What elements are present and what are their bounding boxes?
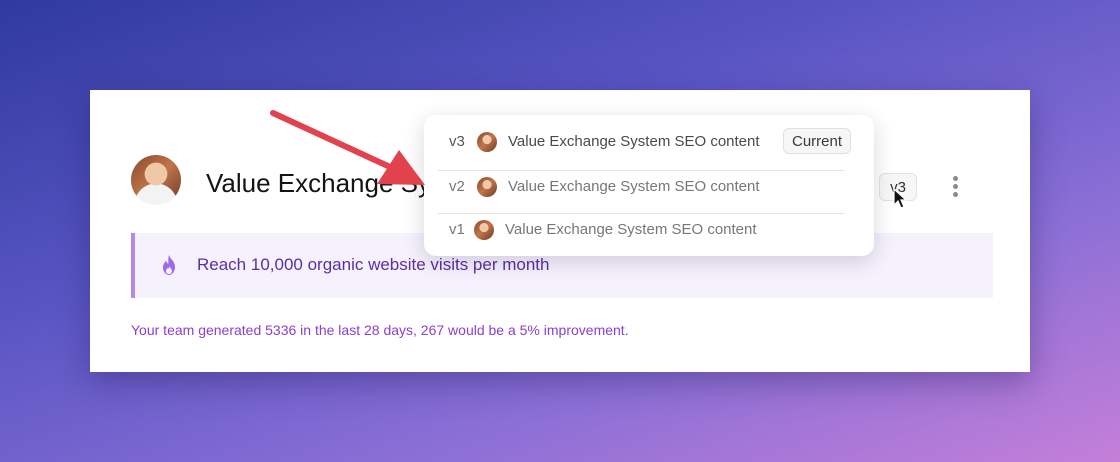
version-label: Value Exchange System SEO content xyxy=(505,221,757,238)
version-label: Value Exchange System SEO content xyxy=(508,133,760,150)
fire-icon xyxy=(163,255,175,275)
version-number: v2 xyxy=(449,178,465,195)
avatar xyxy=(477,132,497,152)
version-number: v3 xyxy=(449,133,465,150)
avatar[interactable] xyxy=(131,155,181,205)
version-history-menu: v3 Value Exchange System SEO content Cur… xyxy=(424,115,874,256)
version-number: v1 xyxy=(449,221,465,238)
more-vertical-icon[interactable] xyxy=(949,173,961,199)
goal-text: Reach 10,000 organic website visits per … xyxy=(197,255,550,274)
version-menu-item-v1[interactable]: v1 Value Exchange System SEO content xyxy=(424,210,874,250)
version-label: Value Exchange System SEO content xyxy=(508,178,760,195)
current-badge: Current xyxy=(783,128,852,154)
progress-footnote: Your team generated 5336 in the last 28 … xyxy=(131,322,629,338)
version-menu-item-v2[interactable]: v2 Value Exchange System SEO content xyxy=(424,167,874,207)
avatar xyxy=(474,220,494,240)
avatar xyxy=(477,177,497,197)
version-menu-item-v3[interactable]: v3 Value Exchange System SEO content Cur… xyxy=(424,122,874,162)
pointer-cursor-icon xyxy=(893,188,908,209)
annotation-arrow-icon xyxy=(270,110,425,185)
